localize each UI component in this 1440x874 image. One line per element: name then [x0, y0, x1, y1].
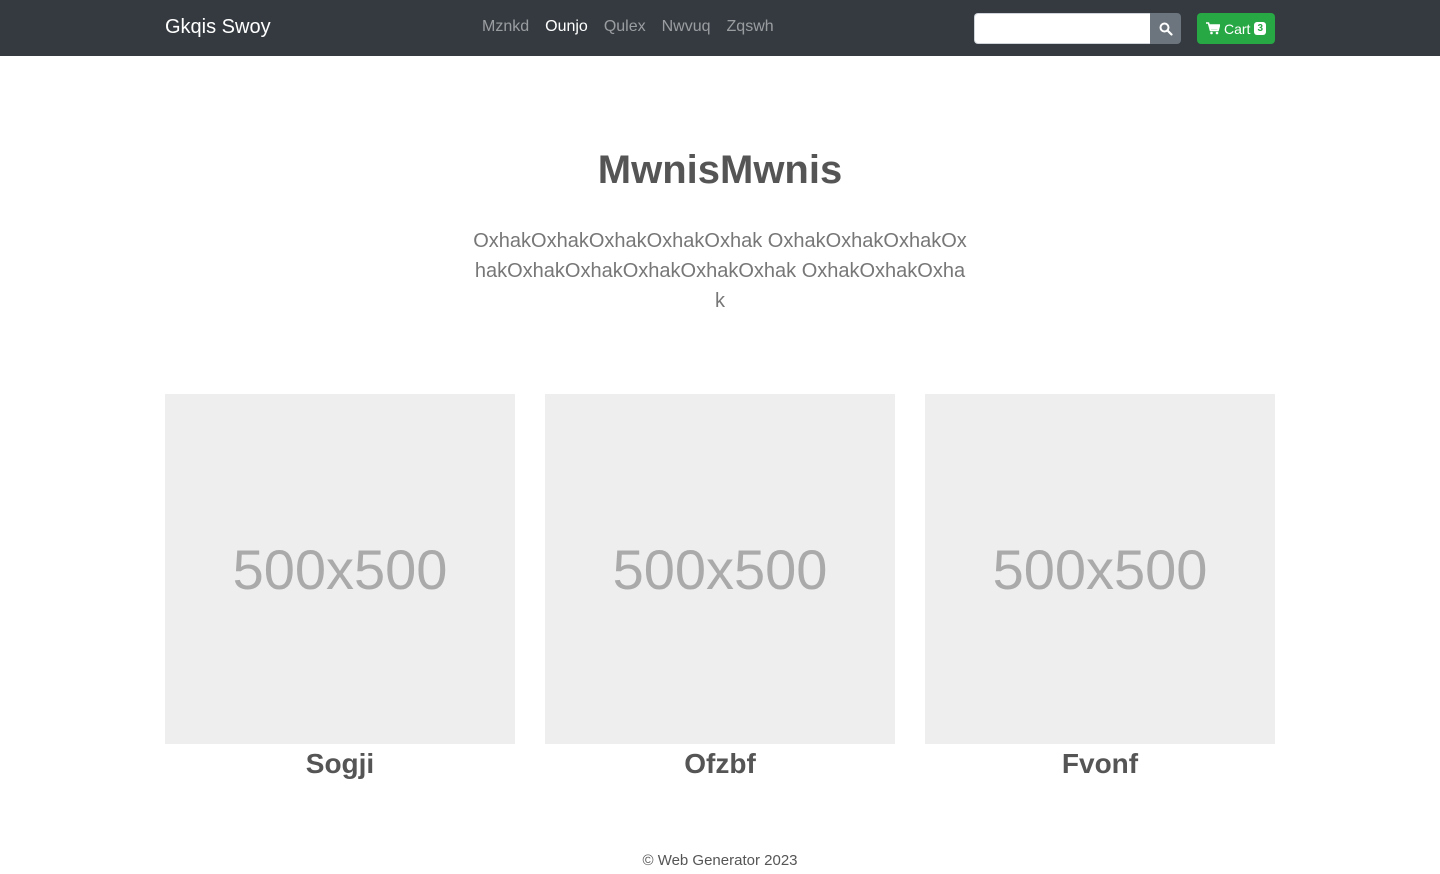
- footer-text: © Web Generator 2023: [642, 852, 798, 869]
- search-button[interactable]: [1150, 13, 1181, 44]
- product-image-placeholder[interactable]: 500x500: [165, 394, 515, 744]
- shopping-cart-icon: [1205, 22, 1220, 35]
- cart-count-badge: 3: [1254, 22, 1266, 35]
- product-image-placeholder[interactable]: 500x500: [545, 394, 895, 744]
- product-image-placeholder[interactable]: 500x500: [925, 394, 1275, 744]
- search-icon: [1159, 22, 1173, 36]
- nav-item: Qulex: [604, 18, 646, 36]
- cart-label: Cart: [1223, 20, 1251, 37]
- product-title: Sogji: [305, 748, 375, 779]
- product-card[interactable]: 500x500 Ofzbf: [545, 394, 895, 780]
- page-title: MwnisMwnis: [597, 148, 843, 192]
- nav-item: Zqswh: [727, 18, 774, 36]
- nav-link-zqswh[interactable]: Zqswh: [727, 18, 774, 35]
- nav-item: Mznkd: [482, 18, 529, 36]
- brand-link[interactable]: Gkqis Swoy: [165, 16, 271, 39]
- nav-link-mznkd[interactable]: Mznkd: [482, 18, 529, 35]
- product-card[interactable]: 500x500 Fvonf: [925, 394, 1275, 780]
- search-input[interactable]: [974, 13, 1151, 44]
- product-title: Fvonf: [1061, 748, 1139, 779]
- nav-link-ounjo[interactable]: Ounjo: [545, 18, 588, 35]
- nav-link-qulex[interactable]: Qulex: [604, 18, 646, 35]
- product-card[interactable]: 500x500 Sogji: [165, 394, 515, 780]
- nav-link-nwvuq[interactable]: Nwvuq: [662, 18, 711, 35]
- hero-description: OxhakOxhakOxhakOxhakOxhak OxhakOxhakOxha…: [473, 230, 967, 312]
- cart-button[interactable]: Cart 3: [1197, 13, 1275, 44]
- nav-links: Mznkd Ounjo Qulex Nwvuq Zqswh: [482, 18, 774, 36]
- nav-item: Nwvuq: [662, 18, 711, 36]
- top-navbar: Gkqis Swoy Mznkd Ounjo Qulex Nwvuq Zqswh…: [0, 0, 1440, 56]
- product-title: Ofzbf: [684, 748, 756, 779]
- nav-item: Ounjo: [545, 18, 588, 36]
